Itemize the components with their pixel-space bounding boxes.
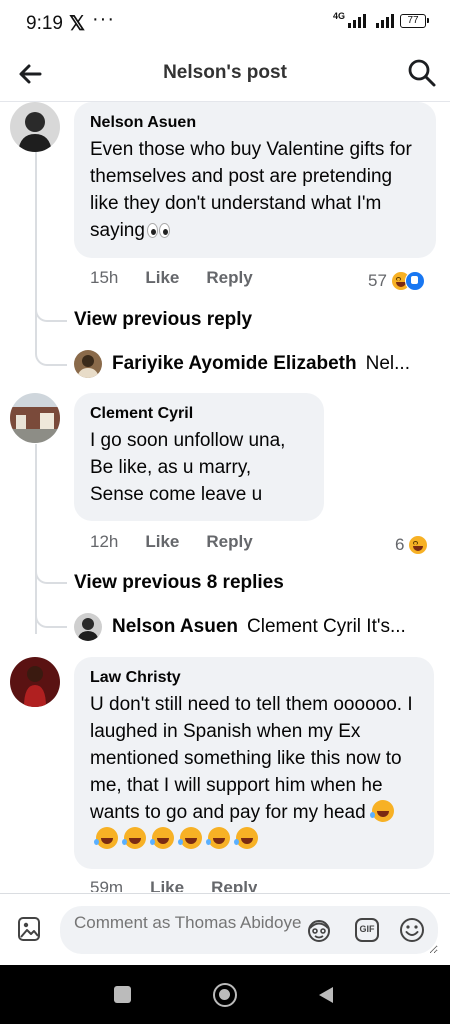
rofl-emoji-icon: [206, 827, 230, 849]
more-notifications-icon: ···: [92, 8, 115, 30]
avatar[interactable]: [10, 393, 60, 443]
thread-connector: [35, 562, 67, 584]
comment-composer: GIF: [0, 893, 450, 965]
gif-button[interactable]: GIF: [354, 917, 380, 943]
status-indicators: 4G 77: [332, 10, 429, 28]
avatar: [74, 613, 102, 641]
post-header: Nelson's post: [0, 46, 450, 102]
comment-actions: 12h Like Reply: [90, 532, 253, 552]
thread-connector: [35, 604, 67, 628]
status-bar: 9:19 𝕏 ··· 4G 77: [0, 0, 450, 46]
comment-actions: 59m Like Reply: [90, 878, 257, 892]
search-icon: [408, 59, 436, 87]
comment-actions: 15h Like Reply: [90, 268, 253, 288]
page-title: Nelson's post: [163, 62, 287, 83]
reaction-summary[interactable]: 6: [395, 535, 429, 555]
battery-icon: 77: [400, 14, 429, 28]
comment-input[interactable]: [60, 906, 438, 954]
signal-icon-2: [376, 14, 394, 28]
comment-text: U don't still need to tell them oooooo. …: [90, 691, 418, 853]
status-time: 9:19: [26, 13, 63, 34]
like-button[interactable]: Like: [150, 878, 184, 892]
avatar-image: [10, 102, 60, 152]
reaction-count: 6: [395, 535, 405, 554]
haha-reaction-icon: [408, 535, 429, 555]
comment-bubble[interactable]: Law Christy U don't still need to tell t…: [74, 657, 434, 869]
comment-text: I go soon unfollow una, Be like, as u ma…: [90, 430, 286, 505]
triangle-back-icon: [319, 987, 333, 1003]
view-previous-replies-link[interactable]: View previous reply: [74, 309, 252, 331]
latest-reply[interactable]: Nelson Asuen Clement Cyril It's...: [74, 613, 440, 641]
like-button[interactable]: Like: [145, 268, 179, 288]
reply-preview: Nel...: [365, 353, 410, 374]
image-icon: [18, 917, 40, 941]
smiley-icon: [400, 918, 424, 942]
comment-time[interactable]: 59m: [90, 878, 123, 892]
network-type: 4G: [332, 10, 345, 21]
recents-button[interactable]: [114, 986, 131, 1003]
reply-author[interactable]: Nelson Asuen: [112, 616, 238, 638]
add-photo-button[interactable]: [17, 916, 41, 942]
comment-author[interactable]: Nelson Asuen: [90, 114, 420, 132]
thread-connector: [35, 300, 67, 322]
comment-bubble[interactable]: Clement Cyril I go soon unfollow una, Be…: [74, 393, 324, 521]
gif-label: GIF: [359, 924, 375, 934]
reaction-summary[interactable]: 57: [368, 271, 425, 291]
rofl-emoji-icon: [369, 800, 394, 822]
reply-preview: Clement Cyril It's...: [247, 616, 406, 637]
avatar: [74, 350, 102, 378]
comment-author[interactable]: Law Christy: [90, 669, 418, 687]
comment-bubble[interactable]: Nelson Asuen Even those who buy Valentin…: [74, 102, 436, 258]
comment-author[interactable]: Clement Cyril: [90, 405, 308, 423]
latest-reply[interactable]: Fariyike Ayomide Elizabeth Nel...: [74, 350, 440, 378]
x-app-icon: 𝕏: [69, 13, 86, 35]
rofl-emoji-icon: [178, 827, 202, 849]
avatar-sticker-icon: [308, 920, 330, 942]
avatar-image: [10, 657, 60, 707]
reply-button[interactable]: Reply: [211, 878, 257, 892]
back-nav-button[interactable]: [316, 985, 336, 1010]
emoji-button[interactable]: [399, 917, 425, 943]
like-button[interactable]: Like: [145, 532, 179, 552]
system-navigation-bar: [0, 965, 450, 1024]
rofl-emoji-icon: [234, 827, 258, 849]
search-button[interactable]: [406, 57, 438, 89]
like-reaction-icon: [404, 271, 425, 291]
reply-button[interactable]: Reply: [206, 268, 252, 288]
battery-level: 77: [407, 15, 419, 26]
avatar[interactable]: [10, 102, 60, 152]
avatar[interactable]: [10, 657, 60, 707]
reply-button[interactable]: Reply: [206, 532, 252, 552]
home-button[interactable]: [213, 983, 237, 1007]
view-previous-replies-link[interactable]: View previous 8 replies: [74, 572, 284, 594]
rofl-emoji-icon: [94, 827, 118, 849]
thread-connector: [35, 342, 67, 366]
signal-icon: [348, 14, 366, 28]
comment-time[interactable]: 12h: [90, 532, 118, 552]
comment-text: Even those who buy Valentine gifts for t…: [90, 136, 420, 246]
rofl-emoji-icon: [122, 827, 146, 849]
avatar-image: [10, 393, 60, 443]
eyes-emoji-icon: [146, 219, 171, 246]
reply-author[interactable]: Fariyike Ayomide Elizabeth: [112, 353, 357, 375]
rofl-emoji-icon: [150, 827, 174, 849]
reaction-count: 57: [368, 271, 387, 290]
comment-time[interactable]: 15h: [90, 268, 118, 288]
avatar-sticker-button[interactable]: [306, 917, 332, 943]
